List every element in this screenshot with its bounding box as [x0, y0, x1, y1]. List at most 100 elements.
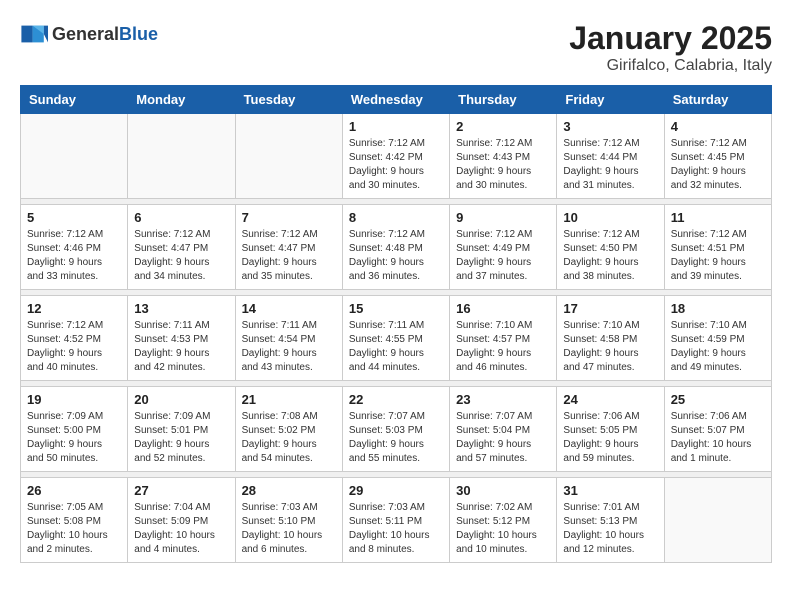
day-info: Sunrise: 7:12 AM Sunset: 4:48 PM Dayligh…	[349, 228, 443, 284]
day-info: Sunrise: 7:12 AM Sunset: 4:45 PM Dayligh…	[671, 137, 765, 193]
calendar-cell: 19Sunrise: 7:09 AM Sunset: 5:00 PM Dayli…	[21, 387, 128, 472]
page-header: General Blue January 2025 Girifalco, Cal…	[20, 20, 772, 75]
calendar-cell: 10 Sunrise: 7:12 AM Sunset: 4:50 PM Dayli…	[557, 205, 664, 290]
calendar-cell: 12Sunrise: 7:12 AM Sunset: 4:52 PM Dayli…	[21, 296, 128, 381]
day-number: 2	[456, 119, 550, 134]
logo: General Blue	[20, 20, 158, 48]
calendar-cell: 30Sunrise: 7:02 AM Sunset: 5:12 PM Dayli…	[450, 478, 557, 563]
day-info: Sunrise: 7:12 AM Sunset: 4:52 PM Dayligh…	[27, 319, 121, 375]
calendar-cell: 7 Sunrise: 7:12 AM Sunset: 4:47 PM Daylig…	[235, 205, 342, 290]
day-number: 25	[671, 392, 765, 407]
calendar-cell: 21 Sunrise: 7:08 AM Sunset: 5:02 PM Dayli…	[235, 387, 342, 472]
day-number: 27	[134, 483, 228, 498]
day-info: Sunrise: 7:05 AM Sunset: 5:08 PM Dayligh…	[27, 501, 121, 557]
day-number: 20	[134, 392, 228, 407]
calendar-cell: 8 Sunrise: 7:12 AM Sunset: 4:48 PM Daylig…	[342, 205, 449, 290]
day-info: Sunrise: 7:03 AM Sunset: 5:10 PM Dayligh…	[242, 501, 336, 557]
day-info: Sunrise: 7:12 AM Sunset: 4:50 PM Dayligh…	[563, 228, 657, 284]
day-info: Sunrise: 7:12 AM Sunset: 4:44 PM Dayligh…	[563, 137, 657, 193]
day-number: 22	[349, 392, 443, 407]
week-row-5: 26Sunrise: 7:05 AM Sunset: 5:08 PM Dayli…	[21, 478, 772, 563]
calendar-cell: 17 Sunrise: 7:10 AM Sunset: 4:58 PM Dayli…	[557, 296, 664, 381]
day-info: Sunrise: 7:12 AM Sunset: 4:43 PM Dayligh…	[456, 137, 550, 193]
day-info: Sunrise: 7:01 AM Sunset: 5:13 PM Dayligh…	[563, 501, 657, 557]
week-row-1: 1 Sunrise: 7:12 AM Sunset: 4:42 PM Daylig…	[21, 114, 772, 199]
day-info: Sunrise: 7:06 AM Sunset: 5:07 PM Dayligh…	[671, 410, 765, 466]
calendar-cell: 31Sunrise: 7:01 AM Sunset: 5:13 PM Dayli…	[557, 478, 664, 563]
calendar-cell: 22 Sunrise: 7:07 AM Sunset: 5:03 PM Dayli…	[342, 387, 449, 472]
day-number: 11	[671, 210, 765, 225]
logo-icon	[20, 20, 48, 48]
calendar-cell	[664, 478, 771, 563]
weekday-header-sunday: Sunday	[21, 86, 128, 114]
calendar-cell: 25 Sunrise: 7:06 AM Sunset: 5:07 PM Dayli…	[664, 387, 771, 472]
day-number: 10	[563, 210, 657, 225]
weekday-header-saturday: Saturday	[664, 86, 771, 114]
calendar-cell: 18 Sunrise: 7:10 AM Sunset: 4:59 PM Dayli…	[664, 296, 771, 381]
calendar-cell	[128, 114, 235, 199]
calendar-cell: 29 Sunrise: 7:03 AM Sunset: 5:11 PM Dayli…	[342, 478, 449, 563]
calendar-cell: 23Sunrise: 7:07 AM Sunset: 5:04 PM Dayli…	[450, 387, 557, 472]
page-title: January 2025	[569, 20, 772, 57]
day-info: Sunrise: 7:10 AM Sunset: 4:58 PM Dayligh…	[563, 319, 657, 375]
day-info: Sunrise: 7:11 AM Sunset: 4:53 PM Dayligh…	[134, 319, 228, 375]
calendar-cell: 2 Sunrise: 7:12 AM Sunset: 4:43 PM Daylig…	[450, 114, 557, 199]
day-number: 30	[456, 483, 550, 498]
day-number: 8	[349, 210, 443, 225]
day-info: Sunrise: 7:12 AM Sunset: 4:47 PM Dayligh…	[134, 228, 228, 284]
day-number: 18	[671, 301, 765, 316]
day-number: 29	[349, 483, 443, 498]
day-info: Sunrise: 7:09 AM Sunset: 5:00 PM Dayligh…	[27, 410, 121, 466]
day-number: 16	[456, 301, 550, 316]
day-info: Sunrise: 7:12 AM Sunset: 4:49 PM Dayligh…	[456, 228, 550, 284]
title-block: January 2025 Girifalco, Calabria, Italy	[569, 20, 772, 75]
day-info: Sunrise: 7:06 AM Sunset: 5:05 PM Dayligh…	[563, 410, 657, 466]
day-number: 21	[242, 392, 336, 407]
day-info: Sunrise: 7:12 AM Sunset: 4:46 PM Dayligh…	[27, 228, 121, 284]
weekday-header-row: SundayMondayTuesdayWednesdayThursdayFrid…	[21, 86, 772, 114]
day-number: 17	[563, 301, 657, 316]
day-number: 4	[671, 119, 765, 134]
day-info: Sunrise: 7:11 AM Sunset: 4:55 PM Dayligh…	[349, 319, 443, 375]
logo-blue: Blue	[119, 24, 158, 45]
day-info: Sunrise: 7:10 AM Sunset: 4:57 PM Dayligh…	[456, 319, 550, 375]
weekday-header-friday: Friday	[557, 86, 664, 114]
weekday-header-tuesday: Tuesday	[235, 86, 342, 114]
calendar-cell: 9 Sunrise: 7:12 AM Sunset: 4:49 PM Daylig…	[450, 205, 557, 290]
weekday-header-wednesday: Wednesday	[342, 86, 449, 114]
day-info: Sunrise: 7:10 AM Sunset: 4:59 PM Dayligh…	[671, 319, 765, 375]
day-info: Sunrise: 7:11 AM Sunset: 4:54 PM Dayligh…	[242, 319, 336, 375]
day-info: Sunrise: 7:09 AM Sunset: 5:01 PM Dayligh…	[134, 410, 228, 466]
calendar-table: SundayMondayTuesdayWednesdayThursdayFrid…	[20, 85, 772, 563]
calendar-cell: 11 Sunrise: 7:12 AM Sunset: 4:51 PM Dayli…	[664, 205, 771, 290]
day-number: 24	[563, 392, 657, 407]
day-info: Sunrise: 7:04 AM Sunset: 5:09 PM Dayligh…	[134, 501, 228, 557]
weekday-header-monday: Monday	[128, 86, 235, 114]
page-subtitle: Girifalco, Calabria, Italy	[569, 57, 772, 75]
logo-text: General Blue	[52, 24, 158, 45]
weekday-header-thursday: Thursday	[450, 86, 557, 114]
day-info: Sunrise: 7:03 AM Sunset: 5:11 PM Dayligh…	[349, 501, 443, 557]
calendar-cell: 6 Sunrise: 7:12 AM Sunset: 4:47 PM Daylig…	[128, 205, 235, 290]
calendar-cell	[235, 114, 342, 199]
calendar-cell: 5Sunrise: 7:12 AM Sunset: 4:46 PM Daylig…	[21, 205, 128, 290]
calendar-cell: 3Sunrise: 7:12 AM Sunset: 4:44 PM Daylig…	[557, 114, 664, 199]
calendar-cell: 4 Sunrise: 7:12 AM Sunset: 4:45 PM Daylig…	[664, 114, 771, 199]
day-info: Sunrise: 7:07 AM Sunset: 5:03 PM Dayligh…	[349, 410, 443, 466]
week-row-3: 12Sunrise: 7:12 AM Sunset: 4:52 PM Dayli…	[21, 296, 772, 381]
logo-general: General	[52, 24, 119, 45]
calendar-cell: 15Sunrise: 7:11 AM Sunset: 4:55 PM Dayli…	[342, 296, 449, 381]
day-info: Sunrise: 7:12 AM Sunset: 4:51 PM Dayligh…	[671, 228, 765, 284]
day-number: 1	[349, 119, 443, 134]
day-number: 6	[134, 210, 228, 225]
day-number: 7	[242, 210, 336, 225]
calendar-cell: 20 Sunrise: 7:09 AM Sunset: 5:01 PM Dayli…	[128, 387, 235, 472]
calendar-cell	[21, 114, 128, 199]
day-info: Sunrise: 7:12 AM Sunset: 4:42 PM Dayligh…	[349, 137, 443, 193]
calendar-cell: 16 Sunrise: 7:10 AM Sunset: 4:57 PM Dayli…	[450, 296, 557, 381]
day-info: Sunrise: 7:08 AM Sunset: 5:02 PM Dayligh…	[242, 410, 336, 466]
day-info: Sunrise: 7:12 AM Sunset: 4:47 PM Dayligh…	[242, 228, 336, 284]
calendar-cell: 14Sunrise: 7:11 AM Sunset: 4:54 PM Dayli…	[235, 296, 342, 381]
day-number: 9	[456, 210, 550, 225]
day-info: Sunrise: 7:07 AM Sunset: 5:04 PM Dayligh…	[456, 410, 550, 466]
